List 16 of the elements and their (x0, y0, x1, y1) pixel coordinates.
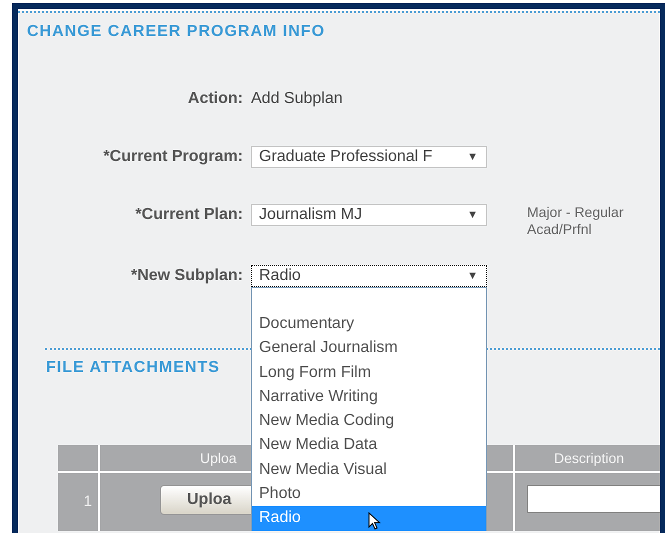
field-label: Action: (186, 89, 244, 109)
field-label: *Current Plan: (134, 205, 244, 225)
dropdown-select[interactable]: Graduate Professional F ▼ (251, 146, 487, 168)
section-title: FILE ATTACHMENTS (46, 359, 220, 377)
field-value: Add Subplan (251, 89, 343, 109)
field-label: *Current Program: (102, 147, 244, 167)
description-field[interactable] (527, 485, 660, 513)
dropdown-select[interactable]: Radio ▼ (251, 265, 487, 287)
section-title: CHANGE CAREER PROGRAM INFO (27, 22, 326, 41)
plan-note: Major - Regular Acad/Prfnl (527, 204, 624, 238)
row-number: 1 (58, 471, 100, 531)
dropdown-select[interactable]: Journalism MJ ▼ (251, 204, 487, 226)
column-header: Description (515, 445, 660, 471)
cursor-icon (368, 512, 381, 530)
header-cell (58, 445, 100, 471)
field-label: *New Subplan: (130, 266, 244, 286)
